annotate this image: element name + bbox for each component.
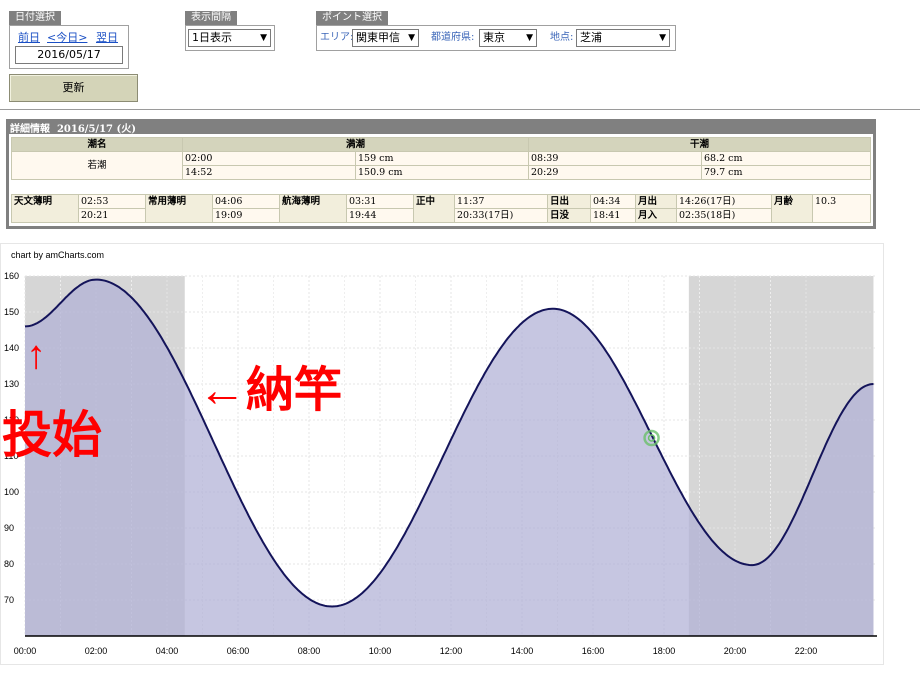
tide-chart-svg: 70809010011012013014015016000:00 02:00 04:… bbox=[2, 271, 877, 656]
x-tick-label: 00:00 bbox=[14, 646, 37, 656]
y-tick-label: 130 bbox=[4, 379, 19, 389]
x-tick-label: 20:00 bbox=[724, 646, 747, 656]
start-annotation: 投始 bbox=[2, 407, 102, 463]
x-tick-label: 06:00 bbox=[227, 646, 250, 656]
y-tick-label: 90 bbox=[4, 523, 14, 533]
x-tick-label: 18:00 bbox=[653, 646, 676, 656]
y-tick-label: 100 bbox=[4, 487, 19, 497]
y-tick-label: 160 bbox=[4, 271, 19, 281]
x-tick-label: 22:00 bbox=[795, 646, 818, 656]
y-tick-label: 140 bbox=[4, 343, 19, 353]
x-tick-label: 12:00 bbox=[440, 646, 463, 656]
x-tick-label: 10:00 bbox=[369, 646, 392, 656]
start-arrow: ↑ bbox=[26, 333, 46, 377]
x-tick-label: 08:00 bbox=[298, 646, 321, 656]
x-tick-label: 04:00 bbox=[156, 646, 179, 656]
x-tick-label: 14:00 bbox=[511, 646, 534, 656]
y-tick-label: 150 bbox=[4, 307, 19, 317]
x-tick-label: 02:00 bbox=[85, 646, 108, 656]
y-tick-label: 70 bbox=[4, 595, 14, 605]
end-annotation: ←納竿 bbox=[198, 364, 342, 417]
y-tick-label: 80 bbox=[4, 559, 14, 569]
x-tick-label: 16:00 bbox=[582, 646, 605, 656]
